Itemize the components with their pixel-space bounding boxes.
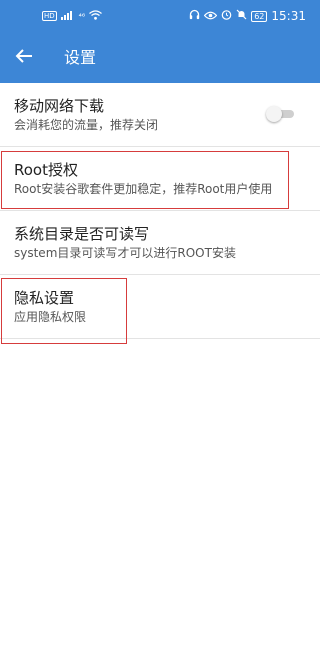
headphones-icon [189, 9, 200, 23]
setting-title: Root授权 [14, 161, 78, 179]
wifi-icon [89, 10, 102, 22]
setting-subtitle: 应用隐私权限 [14, 310, 87, 324]
setting-system-rw[interactable]: 系统目录是否可读写 system目录可读写才可以进行ROOT安装 [0, 211, 320, 275]
status-right: 62 15:31 [189, 9, 306, 23]
hd-badge: HD [42, 11, 57, 21]
setting-title: 移动网络下载 [14, 97, 105, 115]
network-type: ⁴⁶ [78, 11, 86, 21]
battery-indicator: 62 [251, 10, 268, 22]
setting-subtitle: Root安装谷歌套件更加稳定，推荐Root用户使用 [14, 182, 273, 196]
settings-list: 移动网络下载 会消耗您的流量，推荐关闭 Root授权 Root安装谷歌套件更加稳… [0, 83, 320, 339]
setting-subtitle: system目录可读写才可以进行ROOT安装 [14, 246, 236, 260]
alarm-icon [221, 9, 232, 23]
arrow-left-icon [15, 48, 33, 68]
toggle-thumb [266, 106, 282, 122]
mobile-download-toggle[interactable] [266, 106, 296, 122]
eye-icon [203, 10, 218, 23]
setting-title: 系统目录是否可读写 [14, 225, 150, 243]
setting-root-auth[interactable]: Root授权 Root安装谷歌套件更加稳定，推荐Root用户使用 [0, 147, 320, 211]
setting-mobile-download[interactable]: 移动网络下载 会消耗您的流量，推荐关闭 [0, 83, 320, 147]
status-time: 15:31 [271, 9, 306, 23]
status-left: HD ⁴⁶ [42, 10, 102, 22]
mute-icon [236, 9, 247, 23]
app-bar: 设置 [0, 33, 320, 83]
setting-title: 隐私设置 [14, 289, 75, 307]
setting-subtitle: 会消耗您的流量，推荐关闭 [14, 118, 159, 132]
page-title: 设置 [64, 48, 97, 67]
status-bar: HD ⁴⁶ 62 15:31 [0, 0, 320, 33]
setting-privacy[interactable]: 隐私设置 应用隐私权限 [0, 275, 320, 339]
back-button[interactable] [10, 45, 38, 71]
signal-icon [60, 10, 75, 22]
